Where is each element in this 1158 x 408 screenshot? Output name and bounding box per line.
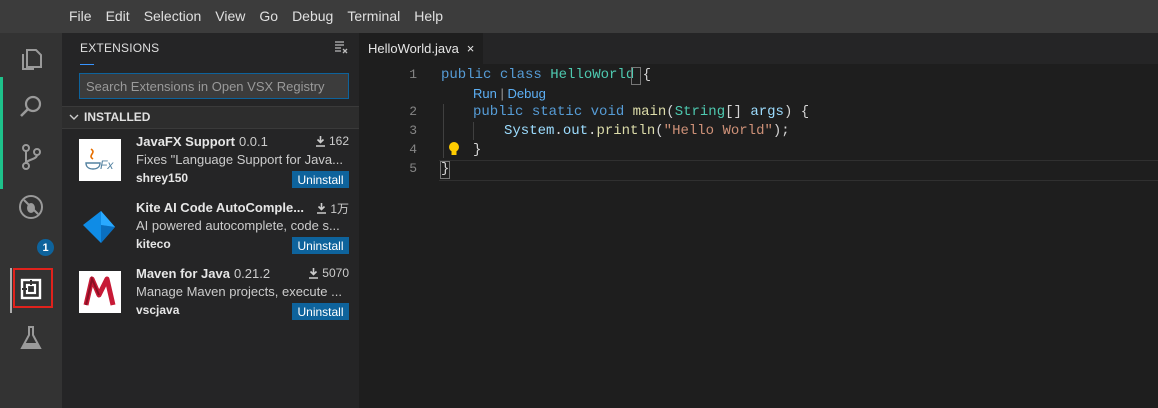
code-lens-separator: | (500, 86, 504, 101)
extension-item-kite[interactable]: Kite AI Code AutoComple... 1万 AI powered… (62, 195, 359, 261)
extension-description: Fixes "Language Support for Java... (136, 152, 343, 167)
menu-debug[interactable]: Debug (285, 0, 340, 33)
bracket-match-box (631, 67, 641, 85)
download-icon (315, 135, 325, 147)
lightbulb-icon[interactable] (447, 141, 461, 157)
code-editor[interactable]: 1 2 3 4 5 public class HelloWorld { Run … (359, 64, 1158, 408)
tab-helloworld-java[interactable]: HelloWorld.java × (359, 33, 483, 64)
activity-accent-bar (0, 77, 3, 189)
extensions-search-input[interactable] (79, 73, 349, 99)
kite-icon (79, 205, 121, 247)
uninstall-button[interactable]: Uninstall (292, 171, 349, 188)
search-button[interactable] (6, 85, 56, 129)
download-count: 1万 (316, 200, 349, 217)
current-line-highlight (439, 160, 1158, 181)
vscode-window: File Edit Selection View Go Debug Termin… (0, 0, 1158, 408)
line-number: 1 (409, 67, 417, 82)
debug-link[interactable]: Debug (508, 86, 546, 101)
extension-name: Maven for Java 0.21.2 (136, 266, 271, 281)
extension-name: Kite AI Code AutoComple... (136, 200, 305, 215)
menu-file[interactable]: File (62, 0, 99, 33)
svg-text:Fx: Fx (100, 158, 114, 172)
menu-help[interactable]: Help (407, 0, 450, 33)
menu-view[interactable]: View (208, 0, 252, 33)
run-link[interactable]: Run (473, 86, 497, 101)
uninstall-button[interactable]: Uninstall (292, 237, 349, 254)
code-line-3: System.out.println("Hello World"); (504, 123, 790, 139)
installed-section-header[interactable]: INSTALLED (62, 106, 359, 129)
indent-guide (443, 104, 444, 158)
menu-selection[interactable]: Selection (137, 0, 209, 33)
line-number: 4 (409, 142, 417, 157)
clear-extensions-button[interactable] (333, 39, 349, 60)
extension-item-maven[interactable]: Maven for Java 0.21.2 5070 Manage Maven p… (62, 261, 359, 327)
editor-tab-strip: HelloWorld.java × (359, 33, 1158, 64)
line-number: 2 (409, 104, 417, 119)
extension-publisher: vscjava (136, 303, 180, 317)
test-button[interactable] (6, 316, 56, 360)
javafx-icon: Fx (79, 139, 121, 181)
line-number: 5 (409, 161, 417, 176)
extension-version: 0.21.2 (233, 266, 271, 281)
bracket-match-box (440, 161, 450, 179)
extension-version: 0.0.1 (238, 134, 268, 149)
code-line-4: } (473, 142, 482, 158)
activity-bar: 1 (0, 33, 62, 408)
download-icon (317, 203, 327, 214)
installed-section-label: INSTALLED (84, 110, 151, 124)
clear-all-icon (335, 41, 348, 54)
indent-guide (473, 122, 474, 140)
explorer-icon (22, 49, 42, 70)
menu-go[interactable]: Go (252, 0, 285, 33)
sidebar-title-underline (80, 64, 94, 65)
download-icon (309, 267, 319, 279)
tab-label: HelloWorld.java (368, 41, 459, 56)
extension-description: Manage Maven projects, execute ... (136, 284, 342, 299)
extensions-sidebar: EXTENSIONS INSTALLED Fx Jav (62, 33, 359, 408)
extension-item-javafx[interactable]: Fx JavaFX Support 0.0.1 162 Fixes "Langua… (62, 129, 359, 195)
open-brace: { (642, 67, 652, 83)
debug-button[interactable] (6, 185, 56, 229)
extension-publisher: shrey150 (136, 171, 189, 185)
debug-badge: 1 (36, 238, 55, 257)
source-control-button[interactable] (6, 135, 56, 179)
close-icon[interactable]: × (467, 41, 475, 56)
sidebar-title: EXTENSIONS (80, 41, 160, 55)
debug-icon (19, 195, 43, 219)
extension-description: AI powered autocomplete, code s... (136, 218, 340, 233)
code-line-2: public static void main(String[] args) { (473, 104, 810, 120)
maven-icon (79, 271, 121, 313)
download-count: 162 (315, 134, 349, 148)
code-lens: Run | Debug (473, 86, 546, 101)
source-control-icon (22, 144, 41, 170)
explorer-button[interactable] (6, 37, 56, 81)
test-flask-icon (20, 326, 42, 349)
extension-publisher: kiteco (136, 237, 171, 251)
menu-terminal[interactable]: Terminal (340, 0, 407, 33)
chevron-down-icon (69, 114, 79, 120)
line-number: 3 (409, 123, 417, 138)
menu-edit[interactable]: Edit (99, 0, 137, 33)
download-count: 5070 (308, 266, 349, 280)
menu-bar: File Edit Selection View Go Debug Termin… (0, 0, 1158, 33)
code-line-1: public class HelloWorld { (441, 67, 652, 83)
extension-name: JavaFX Support 0.0.1 (136, 134, 268, 149)
search-icon (20, 95, 42, 117)
uninstall-button[interactable]: Uninstall (292, 303, 349, 320)
